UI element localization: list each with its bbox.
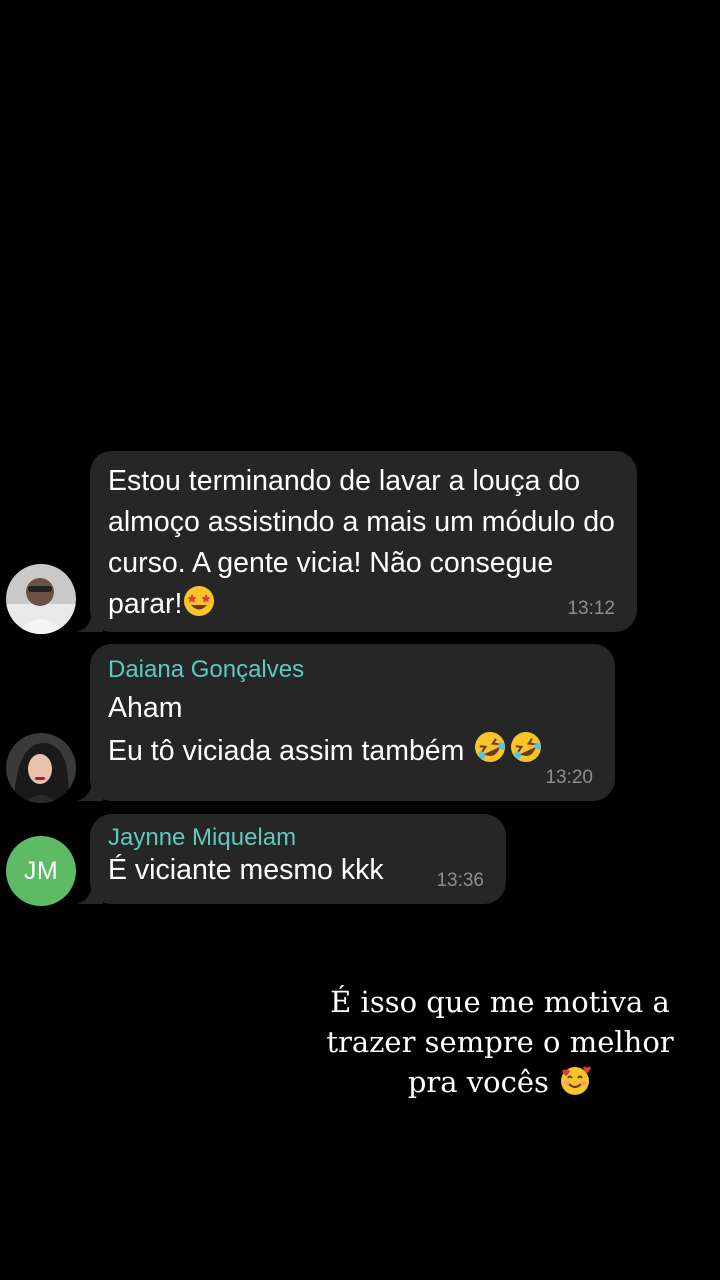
sender-name[interactable]: Jaynne Miquelam: [108, 824, 486, 852]
bubble-tail: [77, 779, 103, 801]
avatar-initials[interactable]: JM: [6, 836, 76, 906]
avatar-photo-user-1[interactable]: [6, 564, 76, 634]
rolling-on-floor-laughing-icon: [472, 729, 508, 777]
caption-line-2: trazer sempre o melhor: [326, 1025, 674, 1059]
caption-line-1: É isso que me motiva a: [330, 985, 670, 1019]
bubble-tail: [77, 610, 103, 632]
message-timestamp: 13:12: [567, 598, 615, 619]
message-text: Estou terminando de lavar a louça do alm…: [108, 461, 623, 630]
star-struck-emoji: [182, 584, 216, 630]
message-bubble-1[interactable]: Estou terminando de lavar a louça do alm…: [77, 451, 637, 632]
message-bubble-3[interactable]: Jaynne Miquelam É viciante mesmo kkk 13:…: [77, 814, 506, 904]
message-text-line-2: Eu tô viciada assim também: [108, 729, 595, 777]
message-text: É viciante mesmo kkk: [108, 854, 384, 886]
rolling-on-floor-laughing-icon: [508, 729, 544, 777]
message-timestamp: 13:36: [436, 870, 484, 891]
bubble-tail: [77, 882, 103, 904]
message-timestamp: 13:20: [545, 767, 593, 788]
sender-name[interactable]: Daiana Gonçalves: [108, 654, 595, 686]
smiling-face-with-hearts-icon: [558, 1063, 592, 1107]
message-bubble-2[interactable]: Daiana Gonçalves Aham Eu tô viciada assi…: [77, 644, 615, 801]
caption-line-3: pra vocês: [320, 1062, 680, 1107]
message-text-line-1: Aham: [108, 692, 183, 724]
story-caption: É isso que me motiva a trazer sempre o m…: [320, 982, 680, 1107]
avatar-photo-user-2[interactable]: [6, 733, 76, 803]
